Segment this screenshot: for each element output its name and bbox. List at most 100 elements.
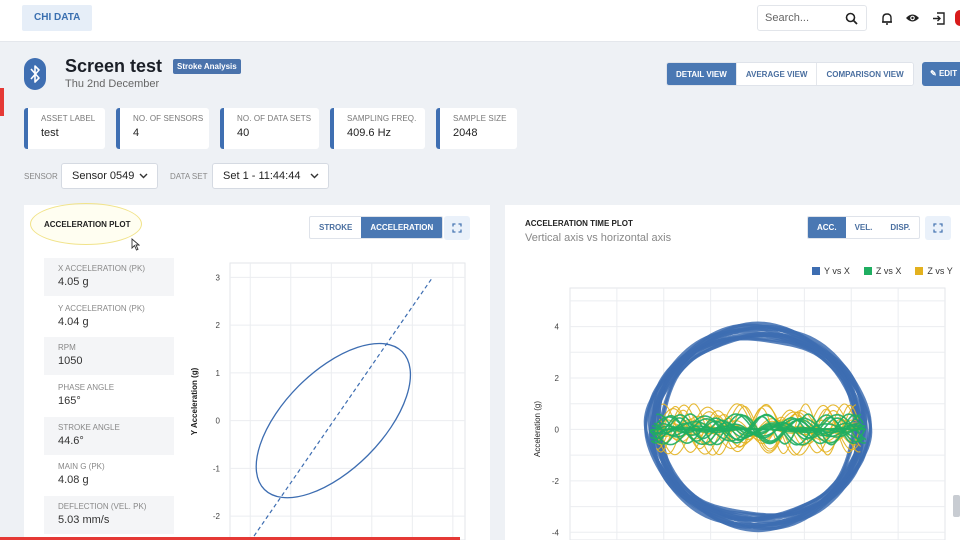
- eye-icon[interactable]: [905, 12, 920, 24]
- logout-icon[interactable]: [932, 12, 945, 25]
- stat-card-sample-size: SAMPLE SIZE 2048: [436, 108, 517, 149]
- stat-value: test: [41, 127, 59, 139]
- stat-card-sensors: NO. OF SENSORS 4: [116, 108, 209, 149]
- y-tick-label: -2: [213, 512, 221, 521]
- tab-disp[interactable]: DISP.: [881, 217, 919, 238]
- metric-deflection: DEFLECTION (VEL. PK) 5.03 mm/s: [44, 496, 174, 534]
- pencil-icon: ✎: [930, 69, 939, 78]
- stat-card-asset-label: ASSET LABEL test: [24, 108, 105, 149]
- dataset-select[interactable]: Set 1 - 11:44:44: [212, 163, 329, 189]
- page-title: Screen test: [65, 56, 163, 76]
- metric-label: STROKE ANGLE: [58, 423, 120, 432]
- metric-value: 165°: [58, 395, 81, 407]
- scrollbar[interactable]: [953, 495, 960, 517]
- legend-item[interactable]: Z vs X: [863, 266, 902, 276]
- legend-item[interactable]: Y vs X: [812, 266, 850, 276]
- metric-label: PHASE ANGLE: [58, 383, 115, 392]
- sensor-filter-label: SENSOR: [24, 172, 58, 181]
- sensor-select[interactable]: Sensor 0549: [61, 163, 158, 189]
- metric-label: DEFLECTION (VEL. PK): [58, 502, 147, 511]
- chevron-down-icon: [310, 173, 319, 179]
- y-axis-label: Y Acceleration (g): [190, 367, 199, 435]
- tab-stroke[interactable]: STROKE: [310, 217, 361, 238]
- acceleration-plot-tabs: STROKE ACCELERATION: [309, 216, 444, 239]
- bell-icon[interactable]: [881, 12, 893, 25]
- acceleration-time-plot-title: ACCELERATION TIME PLOT: [525, 219, 633, 228]
- y-tick-label: 3: [216, 273, 221, 282]
- expand-button[interactable]: [925, 216, 951, 240]
- dataset-filter-label: DATA SET: [170, 172, 208, 181]
- expand-button[interactable]: [444, 216, 470, 240]
- edit-button-label: EDIT: [938, 69, 958, 78]
- tab-acc[interactable]: ACC.: [808, 217, 846, 238]
- y-tick-label: 1: [216, 369, 221, 378]
- metric-value: 5.03 mm/s: [58, 514, 110, 526]
- tab-vel[interactable]: VEL.: [846, 217, 882, 238]
- y-tick-label: 4: [555, 323, 560, 332]
- analysis-tag: Stroke Analysis: [173, 59, 241, 74]
- legend-label: Z vs X: [875, 266, 902, 276]
- metric-value: 4.04 g: [58, 316, 89, 328]
- chevron-down-icon: [139, 173, 148, 179]
- top-bar: CHI DATA: [0, 0, 960, 42]
- stat-label: ASSET LABEL: [41, 114, 96, 123]
- y-tick-label: 2: [216, 321, 221, 330]
- search-icon[interactable]: [845, 12, 858, 25]
- sensor-select-value: Sensor 0549: [72, 170, 135, 182]
- expand-icon: [933, 223, 943, 233]
- bluetooth-icon: [30, 65, 40, 83]
- chart-legend: Y vs X Z vs X Z vs Y: [812, 266, 953, 276]
- legend-swatch: [915, 267, 924, 275]
- edit-button[interactable]: ✎ EDIT: [922, 62, 960, 86]
- y-axis-label: Acceleration (g): [533, 401, 542, 457]
- acceleration-plot-title: ACCELERATION PLOT: [44, 220, 131, 229]
- page-subtitle: Thu 2nd December: [65, 78, 160, 90]
- search-box[interactable]: [757, 5, 867, 31]
- search-input[interactable]: [765, 12, 845, 24]
- metric-x-acceleration: X ACCELERATION (PK) 4.05 g: [44, 258, 174, 296]
- metric-value: 1050: [58, 355, 83, 367]
- y-tick-label: 2: [555, 374, 560, 383]
- metric-phase-angle: PHASE ANGLE 165°: [44, 377, 174, 415]
- stat-card-data-sets: NO. OF DATA SETS 40: [220, 108, 319, 149]
- legend-label: Y vs X: [824, 266, 850, 276]
- y-tick-label: -2: [552, 477, 560, 486]
- acceleration-time-plot-tabs: ACC. VEL. DISP.: [807, 216, 921, 239]
- y-tick-label: 0: [216, 417, 221, 426]
- metric-label: X ACCELERATION (PK): [58, 264, 145, 273]
- metric-label: Y ACCELERATION (PK): [58, 304, 145, 313]
- metric-rpm: RPM 1050: [44, 337, 174, 375]
- bluetooth-badge: [24, 58, 46, 90]
- reference-line: [250, 276, 434, 540]
- metric-value: 4.08 g: [58, 474, 89, 486]
- y-tick-label: -4: [552, 528, 560, 537]
- legend-swatch: [812, 267, 820, 275]
- legend-swatch: [863, 267, 872, 275]
- stat-value: 409.6 Hz: [347, 127, 392, 139]
- metric-stroke-angle: STROKE ANGLE 44.6°: [44, 417, 174, 455]
- tab-comparison-view[interactable]: COMPARISON VIEW: [816, 63, 913, 85]
- expand-icon: [452, 223, 462, 233]
- tab-average-view[interactable]: AVERAGE VIEW: [735, 63, 817, 85]
- stroke-orbit-chart: 3 2 1 0 -1 -2 Y Acceleration (g): [190, 262, 466, 540]
- tab-acceleration[interactable]: ACCELERATION: [361, 217, 443, 238]
- legend-item[interactable]: Z vs Y: [915, 266, 953, 276]
- metric-y-acceleration: Y ACCELERATION (PK) 4.04 g: [44, 298, 174, 336]
- metric-value: 4.05 g: [58, 276, 89, 288]
- stat-card-sampling-freq: SAMPLING FREQ. 409.6 Hz: [330, 108, 425, 149]
- brand-logo[interactable]: CHI DATA: [22, 5, 93, 31]
- metric-label: RPM: [58, 343, 76, 352]
- view-tabs: DETAIL VIEW AVERAGE VIEW COMPARISON VIEW: [666, 62, 914, 86]
- metric-label: MAIN G (PK): [58, 462, 105, 471]
- metric-value: 44.6°: [58, 435, 84, 447]
- acceleration-time-chart: 4 2 0 -2 -4 Acceleration (g): [533, 287, 946, 540]
- y-tick-label: 0: [555, 425, 560, 434]
- stat-label: NO. OF DATA SETS: [237, 114, 312, 123]
- stat-label: NO. OF SENSORS: [133, 114, 204, 123]
- stat-value: 40: [237, 127, 250, 139]
- tab-detail-view[interactable]: DETAIL VIEW: [667, 63, 736, 85]
- y-tick-label: -1: [213, 464, 221, 473]
- metric-main-g: MAIN G (PK) 4.08 g: [44, 456, 174, 494]
- record-indicator: [955, 10, 960, 26]
- dataset-select-value: Set 1 - 11:44:44: [223, 170, 301, 182]
